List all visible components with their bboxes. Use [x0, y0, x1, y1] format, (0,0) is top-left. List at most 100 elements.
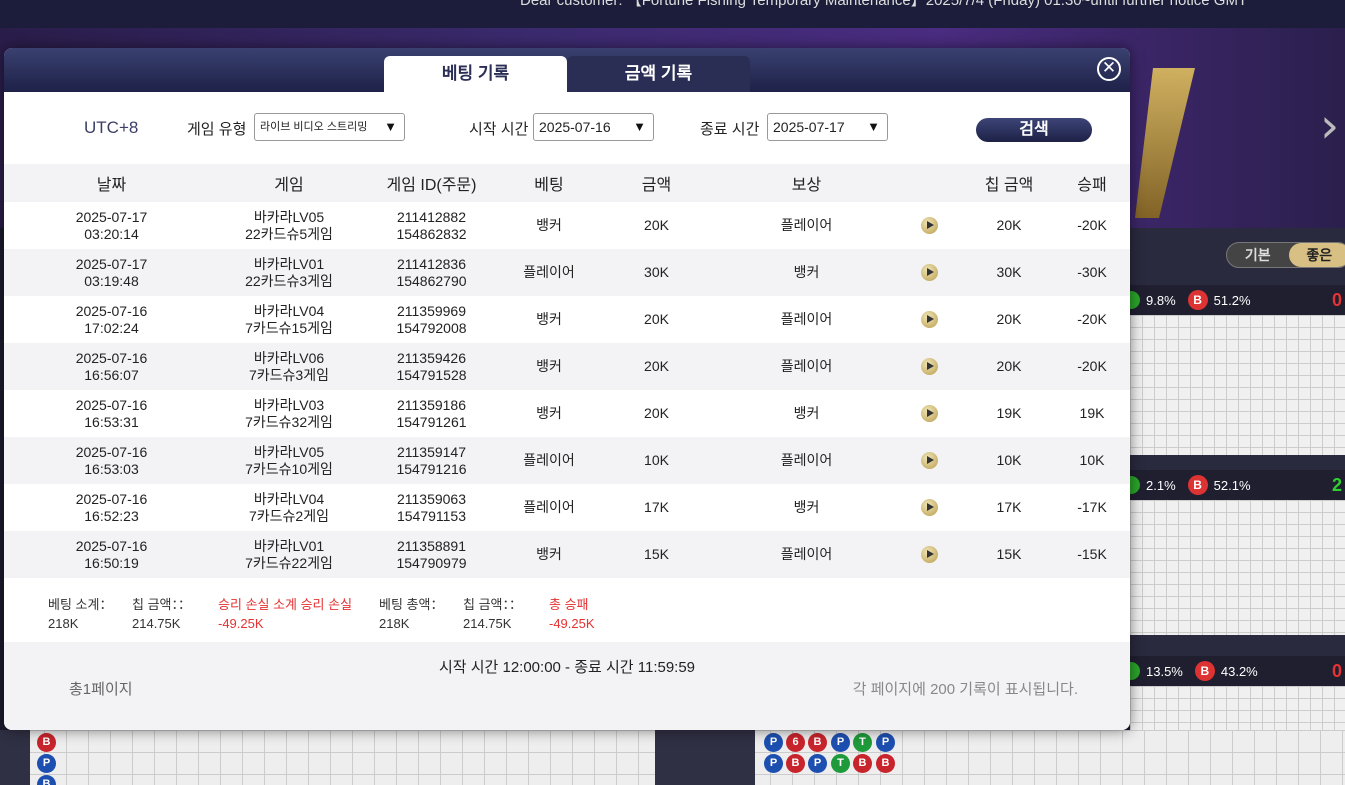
close-icon[interactable]: ✕: [1097, 57, 1121, 81]
tab-betting-record[interactable]: 베팅 기록: [384, 56, 567, 92]
bet-total-value: 218K: [379, 616, 410, 631]
cell-win-loss: -20K: [1077, 311, 1107, 327]
row-id-1: 211412836: [396, 255, 467, 272]
row-date: 2025-07-16: [75, 349, 148, 366]
cell-amount: 20K: [644, 217, 669, 233]
cell-game-id: 211359147 154791216: [359, 437, 504, 484]
tie-dot-icon: [1130, 662, 1140, 680]
play-replay-icon[interactable]: [920, 546, 938, 564]
road-ball: 6: [786, 733, 805, 752]
row-time: 16:53:31: [84, 413, 139, 430]
road-ball: B: [808, 733, 827, 752]
play-replay-icon[interactable]: [920, 264, 938, 282]
cell-bet: 플레이어: [504, 249, 594, 296]
cell-replay: [894, 202, 964, 249]
row-game: 바카라LV04: [253, 302, 325, 319]
end-time-label: 종료 시간: [700, 121, 760, 138]
cell-win-loss: 19K: [1079, 405, 1105, 421]
start-time-label: 시작 시간: [469, 121, 529, 138]
col-win-loss: 승패: [1054, 164, 1130, 202]
cell-win-loss: 10K: [1054, 437, 1130, 484]
summary-section: 베팅 소계： 218K 칩 금액：： 214.75K 승리 손실 소계 승리 손…: [4, 576, 1130, 642]
search-button[interactable]: 검색: [976, 118, 1092, 142]
col-game-id: 게임 ID(주문): [359, 164, 504, 202]
cell-game-id: 211359186 154791261: [359, 390, 504, 437]
banker-percent: 43.2%: [1220, 663, 1258, 679]
row-shoe: 22카드슈3게임: [245, 272, 333, 289]
mode-basic[interactable]: 기본: [1227, 243, 1289, 267]
modal-footer: 시작 시간 12:00:00 - 종료 시간 11:59:59 총1페이지 각 …: [4, 642, 1130, 730]
tab-amount-record[interactable]: 금액 기록: [567, 56, 750, 92]
cell-chip-amount: 20K: [996, 311, 1022, 327]
banker-badge: B: [1187, 475, 1208, 495]
row-time: 16:50:19: [84, 554, 139, 571]
winloss-subtotal-label: 승리 손실 소계 승리 손실: [218, 597, 353, 612]
col-replay: [894, 164, 964, 202]
play-replay-icon[interactable]: [920, 217, 938, 235]
table-row: 2025-07-16 16:56:07 바카라LV06 7카드슈3게임 21135942…: [4, 343, 1130, 390]
cell-replay: [894, 249, 964, 296]
cell-game-id: 211412882 154862832: [359, 202, 504, 249]
game-type-select[interactable]: 라이브 비디오 스트리밍 ▼: [254, 113, 405, 141]
betting-records-table: 날짜 게임 게임 ID(주문) 베팅 금액 보상 칩 금액 승패 2025-07…: [4, 164, 1130, 578]
dropdown-arrow-icon: ▼: [384, 119, 397, 134]
play-replay-icon[interactable]: [920, 311, 938, 329]
cell-replay: [894, 343, 964, 390]
row-id-1: 211412882: [396, 208, 467, 225]
chip-subtotal: 칩 금액：： 214.75K: [132, 594, 191, 631]
filter-bar: UTC+8 게임 유형 라이브 비디오 스트리밍 ▼ 시작 시간 2025-07…: [4, 92, 1130, 164]
row-id-1: 211358891: [396, 537, 467, 554]
play-replay-icon[interactable]: [920, 499, 938, 517]
mode-good[interactable]: 좋은: [1288, 243, 1345, 267]
start-date-select[interactable]: 2025-07-16 ▼: [533, 113, 654, 141]
play-replay-icon[interactable]: [920, 405, 938, 423]
play-replay-icon[interactable]: [920, 358, 938, 376]
dealer-thumbnail[interactable]: [655, 730, 755, 785]
row-id-2: 154790979: [396, 554, 467, 571]
table-edge-number: 0: [1331, 660, 1342, 681]
cell-reward: 플레이어: [719, 531, 894, 578]
cell-chip-amount: 17K: [996, 499, 1022, 515]
table-header-row: 날짜 게임 게임 ID(주문) 베팅 금액 보상 칩 금액 승패: [4, 164, 1130, 202]
row-shoe: 7카드슈15게임: [245, 319, 333, 336]
row-game: 바카라LV04: [253, 490, 325, 507]
cell-game-id: 211358891 154790979: [359, 531, 504, 578]
tie-percent: 2.1%: [1146, 477, 1176, 493]
cell-game: 바카라LV04 7카드슈15게임: [219, 296, 359, 343]
table-stat-bar: 2.1% B 52.1% 2: [1130, 470, 1345, 500]
dealer-thumbnail[interactable]: [0, 730, 30, 785]
row-time: 16:53:03: [84, 460, 139, 477]
row-game: 바카라LV05: [253, 208, 325, 225]
total-winloss: 총 승패 -49.25K: [549, 594, 595, 631]
row-id-1: 211359186: [396, 396, 467, 413]
row-game: 바카라LV03: [253, 396, 325, 413]
cell-chip-amount: 10K: [964, 437, 1054, 484]
banker-badge: B: [1194, 661, 1215, 681]
cell-date: 2025-07-16 16:56:07: [4, 343, 219, 390]
end-date-select[interactable]: 2025-07-17 ▼: [767, 113, 888, 141]
cell-bet: 뱅커: [504, 531, 594, 578]
row-id-1: 211359426: [396, 349, 467, 366]
cell-replay: [894, 390, 964, 437]
banner-next-icon[interactable]: ›: [1320, 98, 1339, 154]
cell-game: 바카라LV01 7카드슈22게임: [219, 531, 359, 578]
road-mode-toggle[interactable]: 기본 좋은: [1226, 242, 1345, 268]
col-bet: 베팅: [504, 164, 594, 202]
table-row: 2025-07-16 17:02:24 바카라LV04 7카드슈15게임 2113599…: [4, 296, 1130, 343]
play-replay-icon[interactable]: [920, 452, 938, 470]
cell-bet: 뱅커: [504, 343, 594, 390]
cell-win-loss: -20K: [1054, 343, 1130, 390]
cell-chip-amount: 20K: [964, 343, 1054, 390]
table-row: 2025-07-16 16:52:23 바카라LV04 7카드슈2게임 21135906…: [4, 484, 1130, 531]
bet-subtotal-value: 218K: [48, 616, 79, 631]
chip-subtotal-label: 칩 금액：：: [132, 597, 191, 612]
cell-game: 바카라LV05 7카드슈10게임: [219, 437, 359, 484]
table-row: 2025-07-16 16:50:19 바카라LV01 7카드슈22게임 2113588…: [4, 531, 1130, 578]
row-date: 2025-07-17: [75, 208, 148, 225]
chip-total-label: 칩 금액：：: [463, 597, 522, 612]
row-time: 16:52:23: [84, 507, 139, 524]
cell-reward: 뱅커: [793, 405, 820, 421]
col-game: 게임: [219, 164, 359, 202]
cell-game-id: 211359063 154791153: [359, 484, 504, 531]
row-date: 2025-07-16: [75, 396, 148, 413]
